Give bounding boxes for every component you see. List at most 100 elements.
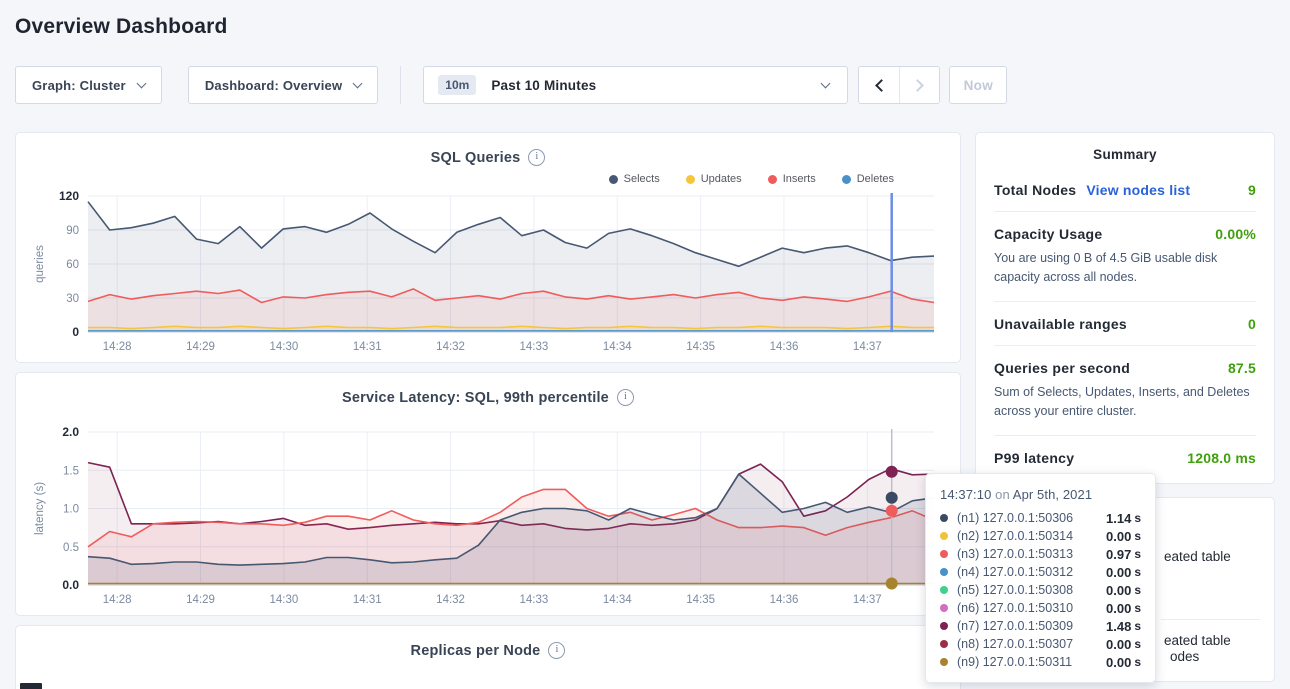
svg-text:14:28: 14:28 (103, 594, 132, 606)
node-dot-icon (940, 586, 948, 594)
svg-text:14:34: 14:34 (603, 341, 632, 353)
legend-item-deletes[interactable]: Deletes (842, 173, 894, 185)
svg-text:14:30: 14:30 (269, 341, 298, 353)
svg-text:14:37: 14:37 (853, 594, 882, 606)
sql-queries-legend: Selects Updates Inserts Deletes (30, 170, 894, 188)
qps-value: 87.5 (1228, 360, 1256, 376)
info-icon[interactable]: i (617, 389, 634, 406)
unavailable-ranges-label: Unavailable ranges (994, 316, 1127, 332)
latency-panel: Service Latency: SQL, 99th percentile i … (15, 372, 961, 616)
tooltip-row-n3: (n3) 127.0.0.1:503130.97s (940, 545, 1141, 563)
replicas-panel: Replicas per Node i (15, 625, 961, 689)
svg-text:120: 120 (59, 189, 79, 203)
svg-text:14:36: 14:36 (770, 341, 799, 353)
view-nodes-list-link[interactable]: View nodes list (1086, 182, 1190, 198)
now-button[interactable]: Now (949, 66, 1007, 104)
time-nav-group (858, 66, 940, 104)
legend-item-selects[interactable]: Selects (609, 173, 660, 185)
summary-row-capacity: Capacity Usage 0.00% You are using 0 B o… (994, 211, 1256, 301)
legend-item-updates[interactable]: Updates (686, 173, 742, 185)
dashboard-dropdown-label: Dashboard: Overview (205, 78, 342, 93)
charts-column: SQL Queries i Selects Updates Inserts De… (15, 132, 961, 689)
svg-text:14:37: 14:37 (853, 341, 882, 353)
info-icon[interactable]: i (548, 642, 565, 659)
svg-text:0.5: 0.5 (63, 542, 79, 554)
p99-latency-label: P99 latency (994, 450, 1074, 466)
time-range-badge: 10m (438, 75, 476, 95)
total-nodes-value: 9 (1248, 182, 1256, 198)
node-dot-icon (940, 550, 948, 558)
inserts-dot-icon (768, 175, 777, 184)
qps-note: Sum of Selects, Updates, Inserts, and De… (994, 383, 1256, 422)
legend-item-inserts[interactable]: Inserts (768, 173, 816, 185)
latency-chart[interactable]: 14:2814:2914:3014:3114:3214:3314:3414:35… (30, 424, 946, 609)
sql-queries-chart[interactable]: 14:2814:2914:3014:3114:3214:3314:3414:35… (30, 188, 946, 356)
svg-text:30: 30 (66, 293, 79, 305)
chevron-down-icon (821, 78, 831, 88)
svg-text:14:31: 14:31 (353, 594, 382, 606)
info-icon[interactable]: i (528, 149, 545, 166)
capacity-usage-label: Capacity Usage (994, 226, 1102, 242)
summary-row-p99: P99 latency 1208.0 ms (994, 435, 1256, 479)
latency-title-row: Service Latency: SQL, 99th percentile i (30, 389, 946, 406)
tooltip-row-n4: (n4) 127.0.0.1:503120.00s (940, 563, 1141, 581)
svg-text:90: 90 (66, 225, 79, 237)
event-text-fragment: odes (1170, 649, 1199, 664)
svg-text:14:31: 14:31 (353, 341, 382, 353)
node-dot-icon (940, 658, 948, 666)
graph-dropdown-label: Graph: Cluster (32, 78, 126, 93)
node-dot-icon (940, 514, 948, 522)
svg-text:1.0: 1.0 (63, 504, 79, 516)
tooltip-row-n9: (n9) 127.0.0.1:503110.00s (940, 653, 1141, 671)
svg-text:14:30: 14:30 (269, 594, 298, 606)
qps-label: Queries per second (994, 360, 1130, 376)
svg-text:14:28: 14:28 (103, 341, 132, 353)
tooltip-row-n2: (n2) 127.0.0.1:503140.00s (940, 527, 1141, 545)
total-nodes-label: Total Nodes (994, 182, 1076, 198)
tooltip-row-n6: (n6) 127.0.0.1:503100.00s (940, 599, 1141, 617)
tooltip-row-n5: (n5) 127.0.0.1:503080.00s (940, 581, 1141, 599)
chevron-down-icon (353, 78, 363, 88)
time-prev-button[interactable] (859, 67, 899, 103)
svg-text:latency (s): latency (s) (34, 482, 46, 535)
node-dot-icon (940, 604, 948, 612)
summary-panel: Summary Total Nodes View nodes list 9 Ca… (975, 132, 1275, 484)
svg-text:0: 0 (72, 325, 79, 339)
svg-text:14:32: 14:32 (436, 594, 465, 606)
deletes-dot-icon (842, 175, 851, 184)
graph-dropdown[interactable]: Graph: Cluster (15, 66, 162, 104)
svg-text:14:33: 14:33 (520, 594, 549, 606)
tooltip-timestamp: 14:37:10 on Apr 5th, 2021 (940, 487, 1141, 502)
svg-text:14:32: 14:32 (436, 341, 465, 353)
replicas-ymax-label-clipped (20, 683, 42, 689)
page-title: Overview Dashboard (15, 0, 1275, 39)
svg-text:queries: queries (34, 245, 46, 283)
chevron-right-icon (911, 79, 924, 92)
summary-row-total-nodes: Total Nodes View nodes list 9 (994, 168, 1256, 211)
summary-title: Summary (994, 147, 1256, 162)
event-text-fragment: eated table (1164, 633, 1231, 648)
time-range-selector[interactable]: 10m Past 10 Minutes (423, 66, 848, 104)
chart-tooltip: 14:37:10 on Apr 5th, 2021 (n1) 127.0.0.1… (925, 473, 1156, 683)
chevron-left-icon (875, 79, 888, 92)
node-dot-icon (940, 568, 948, 576)
node-dot-icon (940, 640, 948, 648)
toolbar: Graph: Cluster Dashboard: Overview 10m P… (15, 66, 1275, 104)
capacity-usage-note: You are using 0 B of 4.5 GiB usable disk… (994, 249, 1256, 288)
svg-text:1.5: 1.5 (63, 465, 79, 477)
replicas-title: Replicas per Node (411, 643, 541, 659)
tooltip-row-n8: (n8) 127.0.0.1:503070.00s (940, 635, 1141, 653)
svg-text:14:29: 14:29 (186, 594, 215, 606)
tooltip-row-n1: (n1) 127.0.0.1:503061.14s (940, 509, 1141, 527)
sql-queries-panel: SQL Queries i Selects Updates Inserts De… (15, 132, 961, 363)
toolbar-divider (400, 66, 401, 104)
unavailable-ranges-value: 0 (1248, 316, 1256, 332)
dashboard-dropdown[interactable]: Dashboard: Overview (188, 66, 378, 104)
selects-dot-icon (609, 175, 618, 184)
sql-queries-title: SQL Queries (431, 150, 521, 166)
svg-text:2.0: 2.0 (62, 425, 79, 439)
overview-dashboard-page: Overview Dashboard Graph: Cluster Dashbo… (0, 0, 1290, 689)
svg-text:14:29: 14:29 (186, 341, 215, 353)
chevron-down-icon (136, 78, 146, 88)
time-next-button[interactable] (899, 67, 939, 103)
